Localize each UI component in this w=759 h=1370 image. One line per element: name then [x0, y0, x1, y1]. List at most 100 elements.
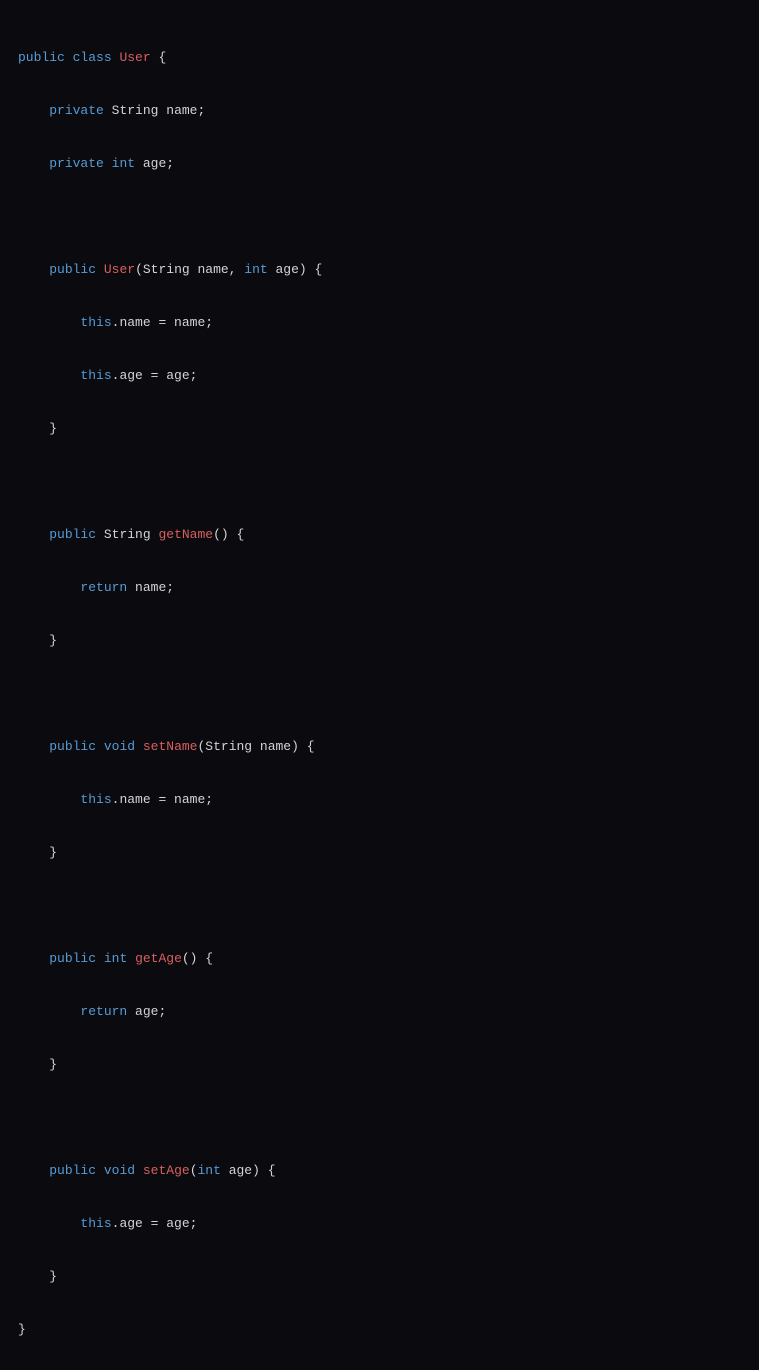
space — [96, 951, 104, 966]
space — [135, 156, 143, 171]
space — [135, 1163, 143, 1178]
code-line: } — [18, 1052, 741, 1079]
space — [96, 262, 104, 277]
keyword-class: class — [73, 50, 112, 65]
space — [104, 156, 112, 171]
indent — [18, 951, 49, 966]
code-line: private String name; — [18, 98, 741, 125]
code-line: public void setAge(int age) { — [18, 1158, 741, 1185]
keyword-this: this — [80, 1216, 111, 1231]
keyword-public: public — [18, 50, 65, 65]
semicolon: ; — [166, 156, 174, 171]
code-line: public int getAge() { — [18, 946, 741, 973]
params: age) { — [221, 1163, 276, 1178]
code-line: } — [18, 628, 741, 655]
semicolon: ; — [197, 103, 205, 118]
class-name: User — [119, 50, 150, 65]
indent — [18, 1057, 49, 1072]
code-line: public User(String name, int age) { — [18, 257, 741, 284]
constructor-name: User — [104, 262, 135, 277]
keyword-this: this — [80, 792, 111, 807]
var-name: age — [143, 156, 166, 171]
code-line-empty — [18, 469, 741, 496]
code-line: public void setName(String name) { — [18, 734, 741, 761]
method-name: getName — [158, 527, 213, 542]
method-name: getAge — [135, 951, 182, 966]
keyword-public: public — [49, 262, 96, 277]
indent — [18, 739, 49, 754]
code-line: } — [18, 416, 741, 443]
assignment: .name = name; — [112, 315, 213, 330]
keyword-return: return — [80, 580, 127, 595]
params: ( — [190, 1163, 198, 1178]
keyword-public: public — [49, 527, 96, 542]
code-line: this.age = age; — [18, 363, 741, 390]
code-editor: public class User { private String name;… — [18, 18, 741, 1370]
params: (String name, — [135, 262, 244, 277]
indent — [18, 1216, 80, 1231]
code-line: this.age = age; — [18, 1211, 741, 1238]
indent — [18, 156, 49, 171]
indent — [18, 421, 49, 436]
keyword-public: public — [49, 951, 96, 966]
code-line-empty — [18, 681, 741, 708]
return-value: name; — [127, 580, 174, 595]
keyword-return: return — [80, 1004, 127, 1019]
code-line-empty — [18, 1105, 741, 1132]
indent — [18, 368, 80, 383]
indent — [18, 103, 49, 118]
type-string: String — [112, 103, 159, 118]
indent — [18, 527, 49, 542]
indent — [18, 1269, 49, 1284]
code-line: public class User { — [18, 45, 741, 72]
params: () { — [182, 951, 213, 966]
space — [96, 527, 104, 542]
return-type: String — [104, 527, 151, 542]
space — [96, 739, 104, 754]
indent — [18, 1004, 80, 1019]
params: age) { — [268, 262, 323, 277]
assignment: .name = name; — [112, 792, 213, 807]
method-name: setName — [143, 739, 198, 754]
code-line: } — [18, 1264, 741, 1291]
assignment: .age = age; — [112, 1216, 198, 1231]
space — [127, 951, 135, 966]
brace: } — [49, 421, 57, 436]
keyword-this: this — [80, 368, 111, 383]
brace: { — [151, 50, 167, 65]
type-int: int — [244, 262, 267, 277]
brace: } — [49, 1057, 57, 1072]
brace: } — [18, 1322, 26, 1337]
assignment: .age = age; — [112, 368, 198, 383]
code-line: this.name = name; — [18, 310, 741, 337]
space — [65, 50, 73, 65]
indent — [18, 633, 49, 648]
keyword-public: public — [49, 1163, 96, 1178]
keyword-public: public — [49, 739, 96, 754]
keyword-this: this — [80, 315, 111, 330]
brace: } — [49, 845, 57, 860]
keyword-void: void — [104, 1163, 135, 1178]
indent — [18, 580, 80, 595]
indent — [18, 792, 80, 807]
type-int: int — [198, 1163, 221, 1178]
brace: } — [49, 633, 57, 648]
indent — [18, 1163, 49, 1178]
code-line-empty — [18, 204, 741, 231]
code-line: return age; — [18, 999, 741, 1026]
brace: } — [49, 1269, 57, 1284]
indent — [18, 315, 80, 330]
var-name: name — [166, 103, 197, 118]
code-line: return name; — [18, 575, 741, 602]
code-line: } — [18, 1317, 741, 1344]
indent — [18, 845, 49, 860]
return-value: age; — [127, 1004, 166, 1019]
space — [96, 1163, 104, 1178]
code-line: this.name = name; — [18, 787, 741, 814]
type-int: int — [112, 156, 135, 171]
space — [135, 739, 143, 754]
params: () { — [213, 527, 244, 542]
indent — [18, 262, 49, 277]
params: (String name) { — [197, 739, 314, 754]
space — [104, 103, 112, 118]
